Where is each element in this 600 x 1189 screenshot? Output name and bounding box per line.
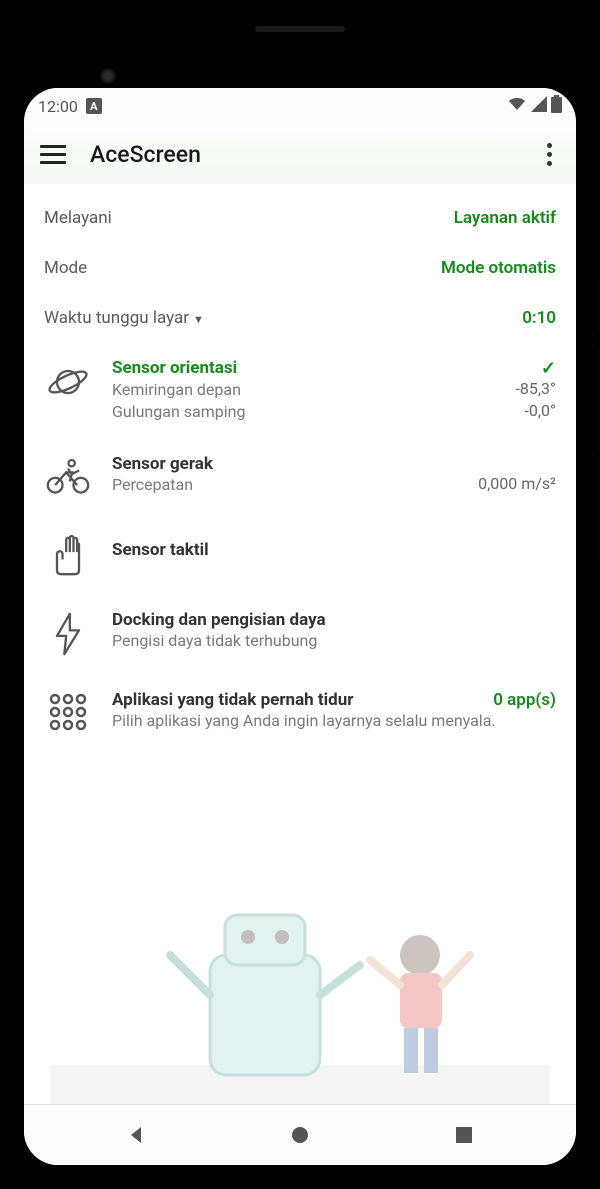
app-bar: AceScreen — [24, 124, 576, 184]
roll-label: Gulungan samping — [112, 401, 245, 423]
battery-icon — [551, 95, 562, 117]
service-label: Melayani — [44, 208, 112, 228]
service-row[interactable]: Melayani Layanan aktif — [44, 208, 556, 228]
menu-hamburger-icon[interactable] — [40, 145, 66, 164]
phone-device-frame: 12:00 A — [0, 0, 600, 1189]
apps-grid-icon — [48, 692, 88, 736]
accel-label: Percepatan — [112, 474, 193, 496]
mode-value: Mode otomatis — [441, 258, 556, 278]
check-icon: ✓ — [541, 358, 556, 379]
robot-illustration — [24, 905, 576, 1105]
status-bar: 12:00 A — [24, 88, 576, 124]
tilt-label: Kemiringan depan — [112, 379, 241, 401]
docking-sub: Pengisi daya tidak terhubung — [112, 630, 556, 652]
content-area: Melayani Layanan aktif Mode Mode otomati… — [24, 184, 576, 1165]
more-options-icon[interactable] — [539, 135, 560, 174]
docking-title: Docking dan pengisian daya — [112, 610, 556, 630]
mode-row[interactable]: Mode Mode otomatis — [44, 258, 556, 278]
front-camera — [100, 68, 116, 84]
app-title: AceScreen — [90, 141, 539, 168]
wifi-icon — [507, 96, 527, 116]
hand-icon — [48, 532, 88, 580]
apps-count: 0 app(s) — [493, 690, 556, 710]
apps-sub: Pilih aplikasi yang Anda ingin layarnya … — [112, 710, 556, 732]
motion-title: Sensor gerak — [112, 454, 556, 474]
chevron-down-icon: ▼ — [193, 313, 204, 326]
bicycle-icon — [46, 456, 90, 500]
android-nav-bar — [24, 1105, 576, 1165]
apps-title: Aplikasi yang tidak pernah tidur — [112, 690, 353, 710]
motion-sensor-item[interactable]: Sensor gerak Percepatan 0,000 m/s² — [44, 454, 556, 500]
timeout-value: 0:10 — [522, 308, 556, 328]
speaker-grille — [255, 26, 345, 32]
recent-apps-button[interactable] — [449, 1120, 479, 1150]
touch-sensor-item[interactable]: Sensor taktil — [44, 530, 556, 580]
docking-item[interactable]: Docking dan pengisian daya Pengisi daya … — [44, 610, 556, 660]
home-button[interactable] — [285, 1120, 315, 1150]
touch-title: Sensor taktil — [112, 540, 556, 560]
auto-rotate-lock-icon: A — [86, 98, 102, 114]
never-sleep-apps-item[interactable]: Aplikasi yang tidak pernah tidur 0 app(s… — [44, 690, 556, 736]
bolt-icon — [50, 612, 86, 660]
status-time: 12:00 — [38, 97, 78, 116]
mode-label: Mode — [44, 258, 87, 278]
planet-icon — [46, 360, 90, 408]
timeout-row[interactable]: Waktu tunggu layar▼ 0:10 — [44, 308, 556, 328]
back-button[interactable] — [121, 1120, 151, 1150]
accel-value: 0,000 m/s² — [466, 474, 556, 496]
orientation-title: Sensor orientasi — [112, 358, 237, 379]
timeout-label: Waktu tunggu layar▼ — [44, 308, 204, 328]
cellular-signal-icon — [531, 96, 547, 116]
service-value: Layanan aktif — [454, 208, 556, 228]
roll-value: -0,0° — [512, 401, 556, 423]
orientation-sensor-item[interactable]: Sensor orientasi ✓ Kemiringan depan -85,… — [44, 358, 556, 424]
tilt-value: -85,3° — [503, 379, 556, 401]
